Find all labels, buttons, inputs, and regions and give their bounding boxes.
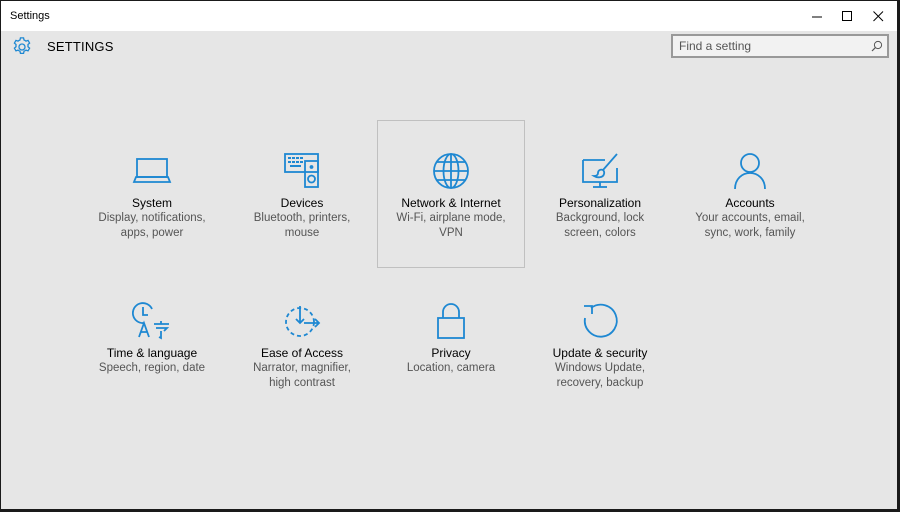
category-personalization[interactable]: Personalization Background, lock screen,… [526,120,674,268]
time-language-icon [132,302,170,340]
category-description: Background, lock screen, colors [555,212,645,239]
category-description: Your accounts, email, sync, work, family [695,212,805,239]
settings-header: SETTINGS [1,31,897,65]
category-privacy[interactable]: Privacy Location, camera [377,270,525,418]
close-button[interactable] [863,1,894,31]
laptop-icon [132,158,172,183]
page-title: SETTINGS [47,39,114,54]
category-description: Location, camera [406,362,496,374]
category-ease-of-access[interactable]: Ease of Access Narrator, magnifier, high… [228,270,376,418]
category-system[interactable]: System Display, notifications, apps, pow… [78,120,226,268]
ease-of-access-icon [285,306,321,337]
search-icon[interactable] [871,40,883,52]
category-title: Personalization [558,196,642,210]
globe-icon [433,153,469,189]
paintbrush-icon [582,153,618,188]
minimize-button[interactable] [802,1,833,31]
category-accounts[interactable]: Accounts Your accounts, email, sync, wor… [676,120,824,268]
maximize-icon [842,10,852,21]
window-title: Settings [10,10,50,22]
category-title: System [131,196,172,210]
category-description: Narrator, magnifier, high contrast [253,362,351,389]
close-icon [873,10,884,21]
refresh-icon [583,303,618,338]
category-title: Devices [280,196,324,210]
category-title: Time & language [106,346,198,360]
category-devices[interactable]: Devices Bluetooth, printers, mouse [228,120,376,268]
person-icon [734,153,766,190]
category-description: Speech, region, date [98,362,206,374]
category-description: Wi-Fi, airplane mode, VPN [396,212,506,239]
search-box[interactable] [671,34,889,58]
category-update-security[interactable]: Update & security Windows Update, recove… [526,270,674,418]
search-input[interactable] [679,38,859,54]
category-title: Accounts [725,196,775,210]
category-title: Privacy [431,346,471,360]
devices-icon [284,153,319,188]
category-time-language[interactable]: Time & language Speech, region, date [78,270,226,418]
category-description: Bluetooth, printers, mouse [253,212,351,239]
maximize-button[interactable] [832,1,863,31]
category-description: Windows Update, recovery, backup [554,362,646,389]
settings-window: Settings SETTINGS Find a setting System … [0,0,898,510]
category-description: Display, notifications, apps, power [98,212,206,239]
lock-icon [437,303,465,339]
category-title: Network & Internet [401,196,501,210]
minimize-icon [812,16,822,17]
title-bar[interactable]: Settings [1,1,897,31]
category-network-internet[interactable]: Network & Internet Wi-Fi, airplane mode,… [377,120,525,268]
category-title: Ease of Access [260,346,344,360]
category-title: Update & security [552,346,648,360]
gear-icon [13,37,31,55]
